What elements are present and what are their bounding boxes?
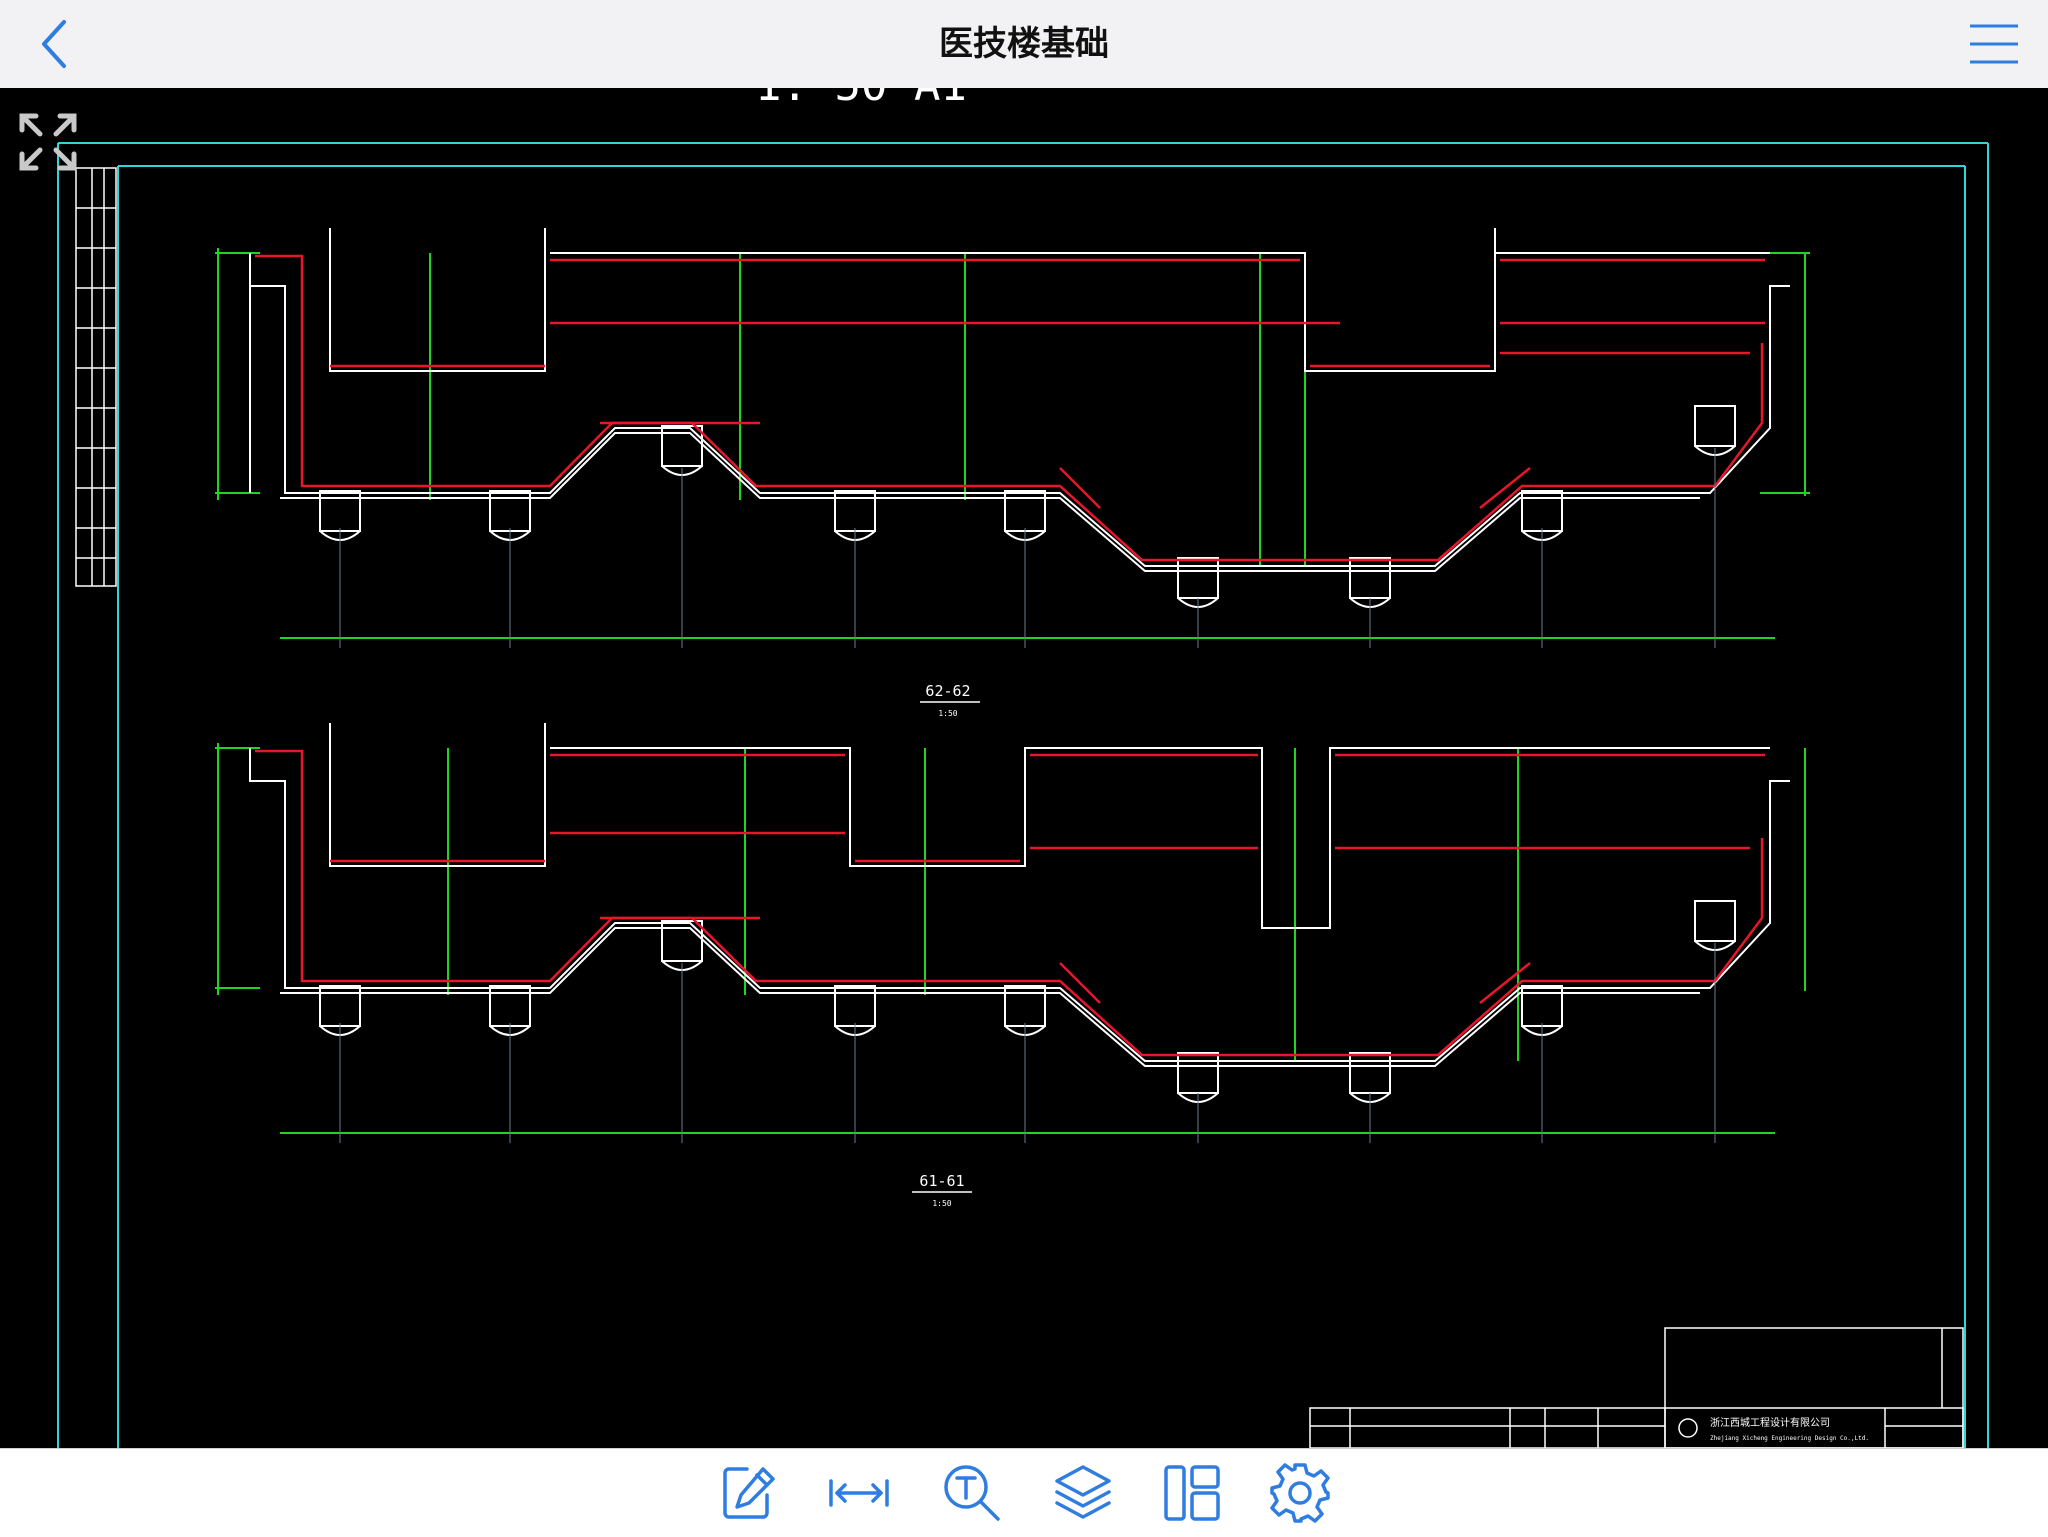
pencil-edit-icon xyxy=(723,1467,775,1519)
section-62-label: 62-62 xyxy=(925,682,970,700)
section-61-scale: 1:50 xyxy=(932,1199,951,1208)
menu-button[interactable] xyxy=(1966,22,2022,66)
section-62-scale: 1:50 xyxy=(938,709,957,718)
title-block-company-cn: 浙江西城工程设计有限公司 xyxy=(1710,1416,1830,1429)
title-block xyxy=(1309,1327,1964,1448)
section-61-label: 61-61 xyxy=(919,1172,964,1190)
page-title: 医技楼基础 xyxy=(939,24,1109,64)
expand-arrows-icon xyxy=(19,113,77,171)
bottom-toolbar xyxy=(0,1448,2048,1537)
layout-tool-button[interactable] xyxy=(1160,1461,1224,1525)
layers-icon xyxy=(1055,1465,1111,1519)
measure-distance-icon xyxy=(829,1479,889,1507)
fullscreen-button[interactable] xyxy=(14,108,82,176)
gear-icon xyxy=(1270,1463,1330,1523)
top-navigation-bar: 医技楼基础 xyxy=(0,0,2048,89)
section-61-drawing: 61-61 1:50 xyxy=(215,723,1806,1208)
drawing-scale-fragment: 1: 50 A1 xyxy=(755,88,967,111)
layout-icon xyxy=(1164,1465,1220,1521)
hamburger-menu-icon xyxy=(1970,24,2018,64)
title-block-company-en: Zhejiang Xicheng Engineering Design Co.,… xyxy=(1710,1435,1869,1442)
cad-drawing: 1: 50 A1 xyxy=(57,88,1989,1448)
revision-table xyxy=(75,167,117,587)
text-search-icon xyxy=(944,1465,1000,1521)
annotate-tool-button[interactable] xyxy=(717,1461,781,1525)
settings-tool-button[interactable] xyxy=(1268,1461,1332,1525)
measure-tool-button[interactable] xyxy=(827,1461,891,1525)
text-search-tool-button[interactable] xyxy=(940,1461,1004,1525)
drawing-canvas[interactable]: 1: 50 A1 xyxy=(0,88,2048,1448)
layers-tool-button[interactable] xyxy=(1051,1461,1115,1525)
sheet-border xyxy=(57,142,1989,1448)
section-62-drawing: 62-62 1:50 xyxy=(215,228,1810,718)
